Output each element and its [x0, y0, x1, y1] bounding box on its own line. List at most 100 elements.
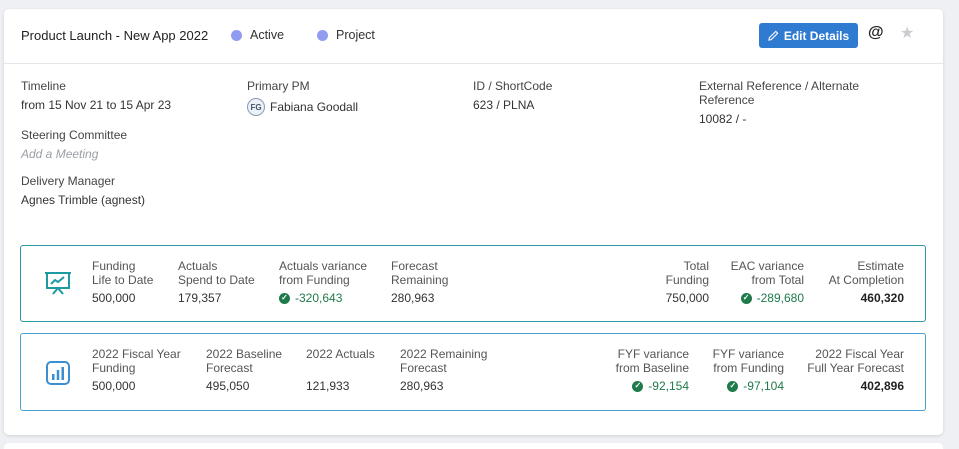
- timeline-field: Timeline from 15 Nov 21 to 15 Apr 23: [21, 79, 171, 112]
- metric-label: 2022 Fiscal Year: [815, 347, 904, 361]
- mention-icon[interactable]: @: [868, 24, 884, 42]
- metric-value: 402,896: [860, 379, 904, 393]
- metric-value: 750,000: [665, 291, 709, 305]
- presentation-chart-icon: [45, 272, 71, 295]
- check-icon: ✓: [727, 380, 739, 392]
- remaining-forecast-metric: 2022 Remaining Forecast 280,963: [400, 347, 487, 393]
- external-ref-field: External Reference / Alternate Reference…: [699, 79, 859, 126]
- metric-value: 280,963: [400, 379, 444, 393]
- metric-value: 121,933: [306, 379, 350, 393]
- metric-value-row: ✓ -289,680: [731, 291, 804, 305]
- metric-value-row: ✓ -320,643: [279, 291, 367, 305]
- status-label: Active: [250, 28, 285, 42]
- check-icon: ✓: [740, 292, 752, 304]
- steering-label: Steering Committee: [21, 128, 128, 142]
- eac-variance-metric: EAC variance from Total ✓ -289,680: [731, 259, 804, 305]
- fy-funding-metric: 2022 Fiscal Year Funding 500,000: [92, 347, 181, 393]
- metric-value-row: ✓ -97,104: [713, 379, 784, 393]
- metric-value: 500,000: [92, 379, 136, 393]
- check-icon: ✓: [279, 292, 290, 304]
- project-card: Product Launch - New App 2022 Active Pro…: [4, 9, 943, 435]
- metric-label: Forecast: [400, 361, 447, 375]
- metric-label: Actuals: [178, 259, 218, 273]
- metric-label: from Baseline: [615, 361, 689, 375]
- pm-value: Fabiana Goodall: [270, 100, 359, 114]
- metric-value: -289,680: [756, 291, 804, 305]
- id-value: 623 / PLNA: [473, 98, 535, 112]
- primary-pm-field: Primary PM FG Fabiana Goodall: [247, 79, 358, 116]
- metric-label: Total: [683, 259, 709, 273]
- metric-value: 280,963: [391, 291, 435, 305]
- next-card-edge: [4, 443, 943, 449]
- metric-value: 500,000: [92, 291, 136, 305]
- metric-value: 495,050: [206, 379, 250, 393]
- edit-details-button[interactable]: Edit Details: [759, 23, 858, 48]
- metric-label: 2022 Remaining: [400, 347, 488, 361]
- pm-label: Primary PM: [247, 79, 310, 93]
- metric-label: Funding: [92, 361, 136, 375]
- id-label: ID / ShortCode: [473, 79, 553, 93]
- check-icon: ✓: [632, 380, 644, 392]
- metric-value: -92,154: [648, 379, 689, 393]
- timeline-value: from 15 Nov 21 to 15 Apr 23: [21, 98, 172, 112]
- star-icon[interactable]: ★: [900, 23, 914, 43]
- status-active: Active: [231, 28, 284, 42]
- metric-label: 2022 Actuals: [306, 347, 375, 361]
- status-dot-icon: [317, 29, 328, 41]
- fyf-baseline-metric: FYF variance from Baseline ✓ -92,154: [616, 347, 689, 393]
- metric-label: from Funding: [279, 273, 350, 287]
- edit-details-label: Edit Details: [783, 28, 850, 43]
- avatar: FG: [247, 98, 265, 116]
- extref-value: 10082 / -: [699, 112, 747, 126]
- metric-label: Funding: [92, 259, 136, 273]
- metric-label: 2022 Fiscal Year: [92, 347, 181, 361]
- extref-label: External Reference / Alternate: [699, 79, 860, 93]
- forecast-remaining-metric: Forecast Remaining 280,963: [391, 259, 448, 305]
- metric-label: Forecast: [391, 259, 438, 273]
- metric-label: 2022 Baseline: [206, 347, 283, 361]
- timeline-label: Timeline: [21, 79, 66, 93]
- metric-label: Estimate: [857, 259, 904, 273]
- card-header: Product Launch - New App 2022 Active Pro…: [4, 9, 943, 64]
- metric-label: EAC variance: [730, 259, 804, 273]
- metric-label: FYF variance: [617, 347, 689, 361]
- metric-value: 460,320: [860, 291, 904, 305]
- fy-actuals-metric: 2022 Actuals 121,933: [306, 347, 375, 393]
- delivery-label: Delivery Manager: [21, 174, 116, 188]
- project-title: Product Launch - New App 2022: [21, 28, 209, 43]
- metric-label: At Completion: [828, 273, 904, 287]
- add-meeting-link[interactable]: Add a Meeting: [21, 147, 127, 161]
- metric-label: Spend to Date: [178, 273, 255, 287]
- actuals-variance-metric: Actuals variance from Funding ✓ -320,643: [279, 259, 367, 305]
- status-project: Project: [317, 28, 375, 42]
- steering-field: Steering Committee Add a Meeting: [21, 128, 127, 161]
- delivery-field: Delivery Manager Agnes Trimble (agnest): [21, 174, 145, 207]
- metric-label: from Total: [751, 273, 804, 287]
- id-field: ID / ShortCode 623 / PLNA: [473, 79, 552, 112]
- metric-value: -320,643: [295, 291, 343, 305]
- metric-label: Forecast: [206, 361, 253, 375]
- metric-label: Full Year Forecast: [807, 361, 904, 375]
- full-year-forecast-metric: 2022 Fiscal Year Full Year Forecast 402,…: [807, 347, 904, 393]
- actuals-spend-metric: Actuals Spend to Date 179,357: [178, 259, 255, 305]
- metric-label: Funding: [665, 273, 709, 287]
- funding-life-metric: Funding Life to Date 500,000: [92, 259, 153, 305]
- baseline-forecast-metric: 2022 Baseline Forecast 495,050: [206, 347, 282, 393]
- metric-label: FYF variance: [712, 347, 784, 361]
- total-funding-metric: Total Funding 750,000: [666, 259, 709, 305]
- metric-label: Remaining: [391, 273, 449, 287]
- pencil-icon: [768, 30, 779, 41]
- delivery-value: Agnes Trimble (agnest): [21, 193, 146, 207]
- metric-label: Actuals variance: [279, 259, 368, 273]
- estimate-completion-metric: Estimate At Completion 460,320: [829, 259, 904, 305]
- extref-label: Reference: [699, 93, 755, 107]
- metric-value: 179,357: [178, 291, 222, 305]
- status-label: Project: [336, 28, 375, 42]
- metric-value-row: ✓ -92,154: [616, 379, 689, 393]
- metric-label: from Funding: [713, 361, 784, 375]
- fiscal-year-panel: 2022 Fiscal Year Funding 500,000 2022 Ba…: [20, 333, 926, 411]
- metric-value: -97,104: [743, 379, 784, 393]
- status-dot-icon: [231, 29, 242, 41]
- life-to-date-panel: Funding Life to Date 500,000 Actuals Spe…: [20, 245, 926, 322]
- bar-chart-icon: [46, 361, 70, 385]
